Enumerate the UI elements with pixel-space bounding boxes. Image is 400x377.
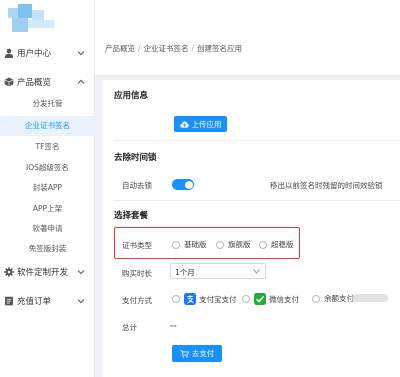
chevron-up-icon	[77, 79, 85, 84]
user-icon	[4, 48, 14, 58]
cert-option-label: 旗舰版	[228, 240, 251, 249]
wechat-pay-icon	[254, 293, 266, 305]
sidebar-group-label: 软件定制开发	[17, 268, 69, 278]
chevron-down-icon	[77, 299, 85, 304]
sidebar-item-app-listing[interactable]: APP上架	[0, 199, 95, 219]
pay-button-label: 去支付	[191, 349, 215, 358]
breadcrumb-item-enterprise-sign[interactable]: 企业证书签名	[144, 44, 189, 53]
chevron-down-icon	[77, 270, 85, 275]
duration-value: 1个月	[175, 268, 195, 277]
breadcrumb-item-current: 创建签名应用	[197, 44, 243, 53]
cert-option-flagship[interactable]: 旗舰版	[216, 239, 251, 250]
sidebar-group-recharge-orders[interactable]: 充值订单	[0, 290, 95, 312]
sidebar-item-enterprise-sign[interactable]: 企业证书签名	[0, 116, 95, 136]
payment-option-label: 微信支付	[269, 294, 299, 304]
breadcrumb-separator: /	[138, 44, 141, 53]
breadcrumb: 产品概览 / 企业证书签名 / 创建签名应用	[105, 43, 242, 54]
payment-label: 支付方式	[122, 296, 152, 305]
section-title-time-lock: 去除时间锁	[114, 153, 157, 163]
total-label: 总计	[122, 323, 137, 332]
sidebar: 用户中心 产品概览 分发托管 企业证书签名 TF签名 IOS超级签名 封装APP…	[0, 0, 95, 377]
breadcrumb-separator: /	[191, 44, 195, 53]
radio-circle	[312, 294, 320, 303]
logo	[8, 4, 56, 34]
order-icon	[5, 296, 13, 306]
cert-option-basic[interactable]: 基础版	[172, 239, 207, 250]
divider	[114, 200, 400, 201]
radio-circle	[216, 240, 224, 249]
caret-down-icon	[253, 269, 260, 274]
upload-app-button[interactable]: 上传应用	[174, 116, 227, 132]
sidebar-item-copyright[interactable]: 软著申请	[0, 219, 95, 239]
toggle-knob	[184, 180, 193, 189]
sidebar-group-label: 充值订单	[17, 297, 52, 307]
pay-button[interactable]: 去支付	[172, 345, 222, 362]
sidebar-group-custom-dev[interactable]: 软件定制开发	[0, 261, 95, 283]
payment-option-wechat[interactable]: 微信支付	[242, 293, 299, 305]
cloud-upload-icon	[179, 121, 189, 128]
duration-select[interactable]: 1个月	[170, 263, 266, 279]
sidebar-group-label: 产品概览	[17, 78, 52, 88]
alipay-icon	[184, 293, 196, 305]
header: 产品概览 / 企业证书签名 / 创建签名应用	[95, 0, 400, 76]
radio-circle	[242, 295, 250, 303]
sidebar-item-distribution[interactable]: 分发托管	[0, 94, 95, 114]
radio-circle	[172, 240, 180, 249]
gear-icon	[4, 267, 14, 277]
sidebar-item-ios-super-sign[interactable]: IOS超级签名	[0, 158, 95, 178]
duration-label: 购买时长	[122, 269, 152, 278]
cart-icon	[180, 349, 189, 358]
payment-option-label: 支付宝支付	[199, 294, 237, 304]
time-lock-hint: 移出以前签名时残留的时间效验锁	[270, 181, 383, 190]
auto-unlock-label: 自动去锁	[122, 181, 152, 190]
chevron-down-icon	[77, 51, 85, 56]
sidebar-item-free-sign-wrap[interactable]: 免签版封装	[0, 239, 95, 259]
sidebar-item-tf-sign[interactable]: TF签名	[0, 137, 95, 157]
divider	[114, 140, 400, 141]
auto-unlock-toggle[interactable]	[172, 179, 194, 190]
sidebar-group-user-center[interactable]: 用户中心	[0, 42, 95, 64]
section-title-app-info: 应用信息	[114, 91, 149, 101]
cert-option-label: 超稳版	[271, 240, 294, 249]
radio-circle	[172, 295, 180, 303]
section-title-plan: 选择套餐	[114, 211, 149, 221]
payment-option-balance[interactable]: 余额支付	[312, 293, 354, 304]
breadcrumb-item-product-overview[interactable]: 产品概览	[105, 44, 135, 53]
form-panel: 应用信息 上传应用 去除时间锁 自动去锁 移出以前签名时残留的时间效验锁 选择套…	[102, 80, 400, 377]
cert-option-stable[interactable]: 超稳版	[259, 239, 294, 250]
payment-option-alipay[interactable]: 支付宝支付	[172, 293, 237, 305]
blurred-balance	[352, 294, 388, 302]
upload-app-label: 上传应用	[191, 119, 222, 129]
payment-option-label: 余额支付	[324, 294, 354, 303]
cube-icon	[4, 77, 14, 87]
cert-type-label: 证书类型	[122, 241, 152, 250]
total-value: --	[170, 321, 177, 330]
sidebar-group-label: 用户中心	[17, 49, 52, 59]
cert-option-label: 基础版	[184, 240, 207, 249]
sidebar-item-wrap-app[interactable]: 封装APP	[0, 178, 95, 198]
radio-circle	[259, 240, 267, 249]
sidebar-group-product-overview[interactable]: 产品概览	[0, 71, 95, 93]
